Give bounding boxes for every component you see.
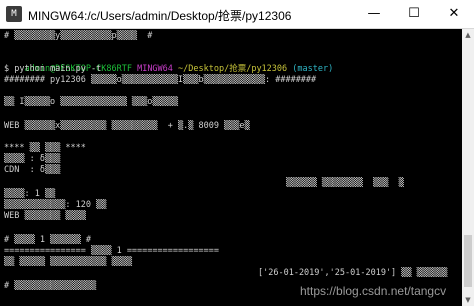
right-status-line: ▒▒▒▒▒▒ ▒▒▒▒▒▒▒▒ ▒▒▒ ▒ — [286, 178, 404, 188]
banner-line: ######## py12306 ▒▒▒▒▒o▒▒▒▒▒▒▒▒▒▒▒I▒▒▒b▒… — [4, 75, 317, 85]
count-line: ▒▒▒▒: 1 ▒▒ — [4, 189, 56, 199]
watermark: https://blog.csdn.net/tangcv — [300, 284, 447, 298]
terminal-output[interactable]: # ▒▒▒▒▒▒▒▒y▒▒▒▒▒▒▒▒▒▒p▒▒▒▒ # admin@DESKT… — [0, 29, 462, 306]
prompt-path: ~/Desktop/抢票/py12306 — [178, 64, 288, 74]
web-line: WEB ▒▒▒▒▒▒x▒▒▒▒▒▒▒▒▒ ▒▒▒▒▒▒▒▒▒ + ▒.▒ 800… — [4, 121, 250, 131]
web-status-line: WEB ▒▒▒▒▒▒▒ ▒▒▒▒ — [4, 211, 86, 221]
dates-line: ['26-01-2019','25-01-2019'] ▒▒ ▒▒▒▒▒▒ — [258, 268, 448, 278]
prompt-shell: MINGW64 — [137, 64, 173, 74]
terminal-line-bottom: # ▒▒▒▒▒▒▒▒▒▒▒▒▒▒▒▒ — [4, 281, 97, 291]
query-line: # ▒▒▒▒ 1 ▒▒▒▒▒▒ # — [4, 235, 91, 245]
title-bar: M MINGW64:/c/Users/admin/Desktop/抢票/py12… — [0, 0, 474, 29]
scroll-down-arrow-icon[interactable]: ▼ — [462, 294, 474, 306]
scroll-up-arrow-icon[interactable]: ▲ — [462, 29, 474, 41]
command-line: $ python main.py -t — [4, 64, 102, 74]
maximize-button[interactable]: ☐ — [394, 0, 434, 28]
interval-line: ▒▒▒▒▒▒▒▒▒▒▒▒: 120 ▒▒ — [4, 200, 107, 210]
dates-label-line: ▒▒ ▒▒▒▒▒ ▒▒▒▒▒▒▒▒▒▒▒ ▒▒▒▒ — [4, 257, 132, 267]
terminal-line-top: # ▒▒▒▒▒▒▒▒y▒▒▒▒▒▒▒▒▒▒p▒▒▒▒ # — [4, 31, 153, 41]
check-line: ▒▒ I▒▒▒▒▒o ▒▒▒▒▒▒▒▒▒▒▒▒▒ ▒▒▒o▒▒▒▒▒ — [4, 97, 178, 107]
cdn-line: CDN : δ▒▒▒ — [4, 165, 61, 175]
mingw-app-icon: M — [6, 6, 22, 22]
vertical-scrollbar[interactable]: ▲ ▼ — [462, 29, 474, 306]
status-line: ▒▒▒▒ : δ▒▒▒ — [4, 154, 61, 164]
scrollbar-thumb[interactable] — [464, 235, 472, 287]
window-title: MINGW64:/c/Users/admin/Desktop/抢票/py1230… — [28, 9, 292, 23]
separator-line: ================ ▒▒▒▒ 1 ================… — [4, 246, 219, 256]
section-header: **** ▒▒ ▒▒▒ **** — [4, 143, 86, 153]
minimize-button[interactable]: — — [354, 0, 394, 28]
prompt-branch: (master) — [292, 64, 334, 74]
close-button[interactable]: ✕ — [434, 0, 474, 28]
